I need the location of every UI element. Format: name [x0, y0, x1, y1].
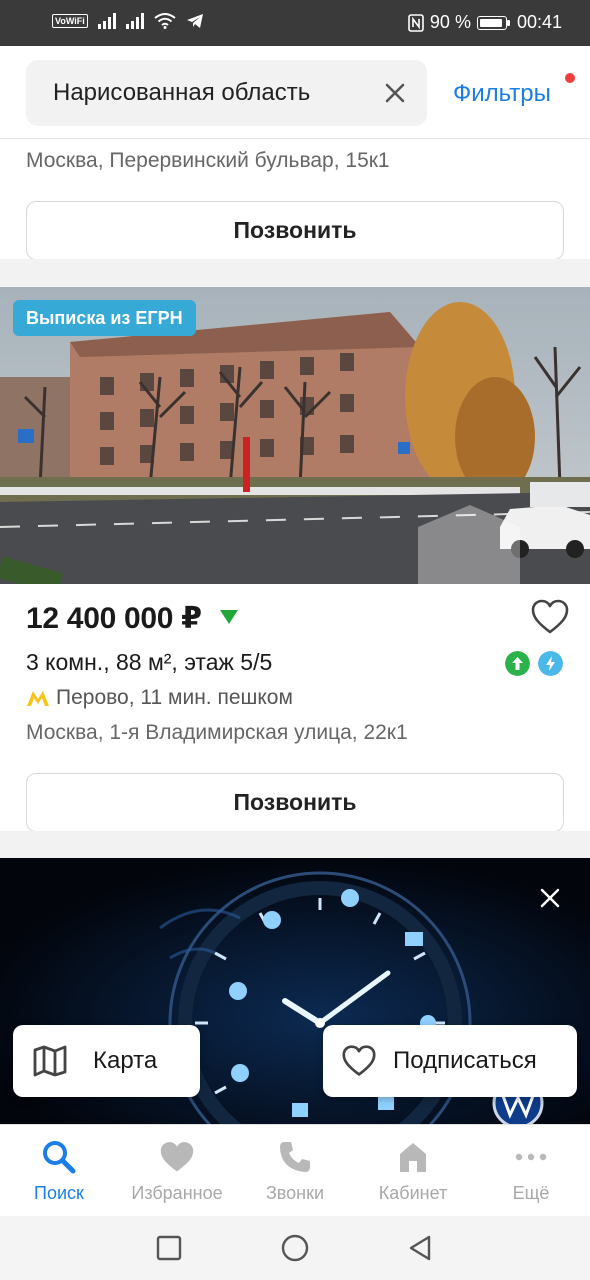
listing-price: 12 400 000 ₽: [26, 602, 202, 635]
listing-divider: [0, 831, 590, 859]
price-down-icon: [220, 610, 238, 624]
search-field[interactable]: Нарисованная область: [26, 60, 427, 126]
listing-divider: [0, 259, 590, 287]
battery-percent: 90 %: [429, 12, 471, 32]
listing-params: 3 комн., 88 м², этаж 5/5: [26, 649, 273, 675]
home-icon: [400, 1143, 426, 1172]
nav-more[interactable]: Ещё: [472, 1125, 590, 1217]
raise-icon: [505, 651, 530, 676]
battery-icon: [476, 15, 510, 30]
call-button[interactable]: Позвонить: [26, 201, 564, 260]
egrn-badge: Выписка из ЕГРН: [13, 300, 196, 336]
lightning-icon: [538, 651, 563, 676]
wifi-icon: [154, 13, 176, 29]
search-query[interactable]: Нарисованная область: [53, 79, 310, 107]
subscribe-button-label: Подписаться: [393, 1047, 537, 1074]
search-icon: [43, 1141, 76, 1174]
nav-calls[interactable]: Звонки: [236, 1125, 354, 1217]
metro-label: Перово, 11 мин. пешком: [56, 686, 293, 709]
metro-info: Перово, 11 мин. пешком: [26, 686, 293, 710]
nfc-icon: [408, 13, 424, 32]
map-icon: [33, 1045, 67, 1077]
search-header: Нарисованная область Фильтры: [0, 46, 590, 138]
recents-icon[interactable]: [156, 1235, 182, 1261]
nav-label: Звонки: [265, 1183, 325, 1203]
phone-icon: [280, 1142, 310, 1172]
call-button[interactable]: Позвонить: [26, 773, 564, 832]
map-button-label: Карта: [93, 1047, 158, 1074]
close-icon[interactable]: [383, 81, 407, 105]
metro-icon: [27, 691, 49, 706]
system-nav-bar: [0, 1216, 590, 1280]
heart-icon: [342, 1045, 376, 1076]
close-icon[interactable]: [539, 887, 561, 909]
back-icon[interactable]: [407, 1234, 433, 1262]
nav-label: Поиск: [34, 1183, 84, 1203]
vowifi-icon: VoWiFi: [52, 14, 88, 28]
bottom-nav: Поиск Избранное Звонки Кабинет Ещё: [0, 1124, 590, 1216]
nav-label: Кабинет: [378, 1183, 448, 1203]
home-circle-icon[interactable]: [281, 1234, 309, 1262]
filters-button[interactable]: Фильтры: [453, 80, 551, 108]
listing-address: Москва, 1-я Владимирская улица, 22к1: [26, 721, 408, 744]
more-icon: [515, 1153, 547, 1161]
status-bar: VoWiFi 90 % 00:41: [0, 0, 590, 46]
signal-icon: [97, 13, 116, 29]
clock: 00:41: [516, 12, 562, 32]
signal-icon-2: [125, 13, 144, 29]
favorite-heart-icon[interactable]: [530, 598, 570, 636]
telegram-icon: [186, 14, 203, 28]
filters-indicator-dot: [565, 73, 575, 83]
subscribe-button[interactable]: Подписаться: [323, 1025, 577, 1097]
nav-search[interactable]: Поиск: [0, 1125, 118, 1217]
listing-address: Москва, Перервинский бульвар, 15к1: [26, 149, 390, 172]
nav-favorites[interactable]: Избранное: [118, 1125, 236, 1217]
nav-label: Избранное: [131, 1183, 223, 1203]
heart-icon: [160, 1142, 194, 1172]
nav-cabinet[interactable]: Кабинет: [354, 1125, 472, 1217]
map-button[interactable]: Карта: [13, 1025, 200, 1097]
nav-label: Ещё: [512, 1183, 550, 1203]
